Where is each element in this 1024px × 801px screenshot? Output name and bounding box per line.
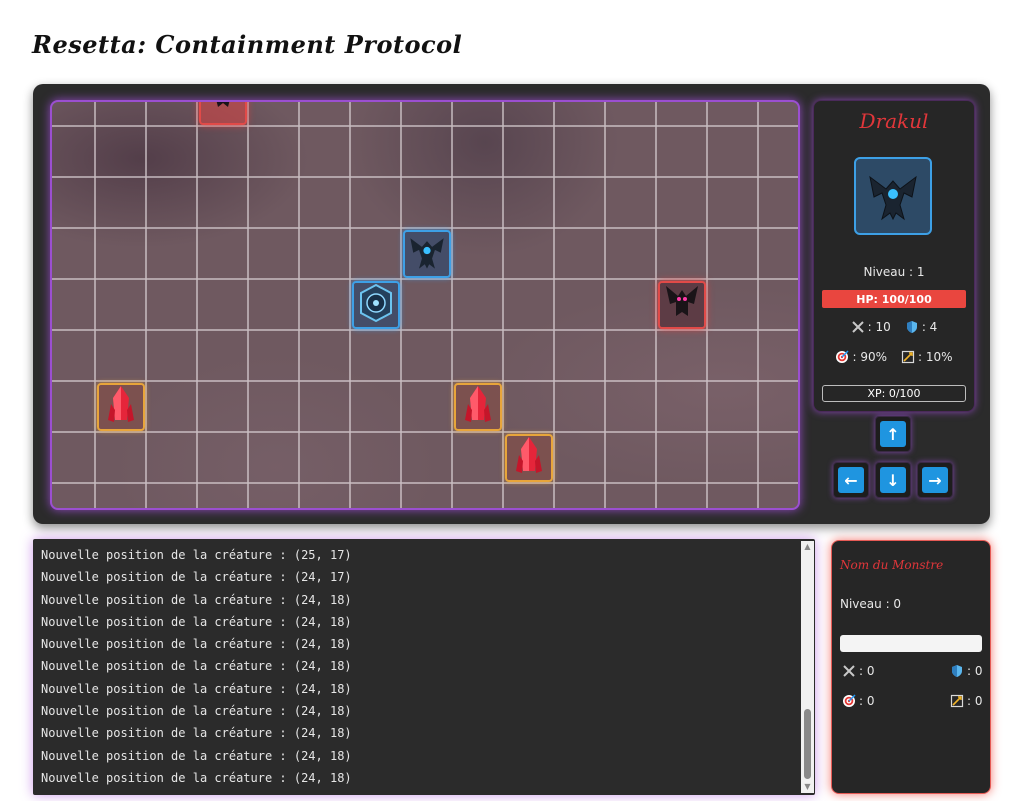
attack-value: : 10 [867,320,891,334]
move-down-button[interactable]: ↓ [875,462,911,498]
attack-stat: : 10 [851,320,891,334]
log-line: Nouvelle position de la créature : (24, … [41,770,352,785]
monster-attack-value: : 0 [859,664,875,678]
log-line: Nouvelle position de la créature : (24, … [41,614,352,629]
monster-accuracy-value: : 0 [859,694,875,708]
xp-bar: XP: 0/100 [822,385,966,402]
board-entity-monster[interactable] [198,102,247,125]
scroll-down-icon[interactable]: ▼ [801,781,814,793]
target-icon [835,350,849,364]
demon-icon [203,102,243,117]
character-portrait [854,157,932,235]
board-entity-crystal[interactable] [453,382,502,431]
critical-value: : 10% [918,350,953,364]
critical-hit-icon [901,350,915,364]
bat-demon-icon [869,175,917,221]
crossed-swords-icon [851,320,865,334]
monster-level: Niveau : 0 [840,597,902,611]
stat-row-combat: : 10 : 4 [814,320,974,334]
move-right-button[interactable]: → [917,462,953,498]
arrow-down-icon: ↓ [880,467,906,493]
stat-row-precision: : 90% : 10% [814,350,974,364]
character-level: Niveau : 1 [863,265,925,279]
log-line: Nouvelle position de la créature : (24, … [41,570,352,585]
log-lines: Nouvelle position de la créature : (25, … [41,544,352,789]
hp-bar: HP: 100/100 [822,290,966,308]
monster-panel: Nom du Monstre Niveau : 0 : 0 : 0 : 0 : … [831,540,991,794]
board-entity-crystal[interactable] [504,433,553,482]
page-title: Resetta: Containment Protocol [32,30,463,59]
event-log[interactable]: Nouvelle position de la créature : (25, … [33,539,815,795]
target-icon [842,694,856,708]
move-left-button[interactable]: ← [833,462,869,498]
crossed-swords-icon [842,664,856,678]
shield-rune-icon [356,283,396,327]
board-entity-monster[interactable] [657,280,706,329]
character-panel: Drakul Niveau : 1 HP: 100/100 : 10 : 4 :… [813,100,975,412]
log-line: Nouvelle position de la créature : (24, … [41,681,352,696]
winged-demon-icon [662,282,702,328]
move-up-button[interactable]: ↑ [875,416,911,452]
critical-hit-icon [950,694,964,708]
log-line: Nouvelle position de la créature : (24, … [41,726,352,741]
red-crystal-icon [512,435,546,481]
character-name: Drakul [859,109,929,133]
monster-accuracy-stat: : 0 [842,694,875,708]
defense-stat: : 4 [905,320,938,334]
monster-attack-stat: : 0 [842,664,875,678]
shield-icon [950,664,964,678]
accuracy-stat: : 90% [835,350,887,364]
arrow-up-icon: ↑ [880,421,906,447]
log-line: Nouvelle position de la créature : (25, … [41,548,352,562]
critical-stat: : 10% [901,350,953,364]
log-line: Nouvelle position de la créature : (24, … [41,659,352,674]
board-entity-player[interactable] [402,229,451,278]
arrow-left-icon: ← [838,467,864,493]
monster-hp-bar [840,635,982,652]
shield-icon [905,320,919,334]
log-line: Nouvelle position de la créature : (24, … [41,637,352,652]
red-crystal-icon [104,384,138,430]
monster-name: Nom du Monstre [840,558,944,572]
board-entity-crystal[interactable] [96,382,145,431]
monster-critical-value: : 0 [967,694,983,708]
scroll-thumb[interactable] [804,709,811,779]
red-crystal-icon [461,384,495,430]
arrow-right-icon: → [922,467,948,493]
accuracy-value: : 90% [852,350,887,364]
game-board[interactable] [50,100,800,510]
log-line: Nouvelle position de la créature : (24, … [41,704,352,719]
scroll-up-icon[interactable]: ▲ [801,541,814,553]
monster-defense-value: : 0 [967,664,983,678]
monster-critical-stat: : 0 [950,694,983,708]
bat-demon-icon [406,231,448,277]
log-scrollbar[interactable]: ▲ ▼ [801,541,814,793]
board-entity-shield[interactable] [351,280,400,329]
log-line: Nouvelle position de la créature : (24, … [41,748,352,763]
defense-value: : 4 [921,320,938,334]
log-line: Nouvelle position de la créature : (24, … [41,592,352,607]
monster-defense-stat: : 0 [950,664,983,678]
